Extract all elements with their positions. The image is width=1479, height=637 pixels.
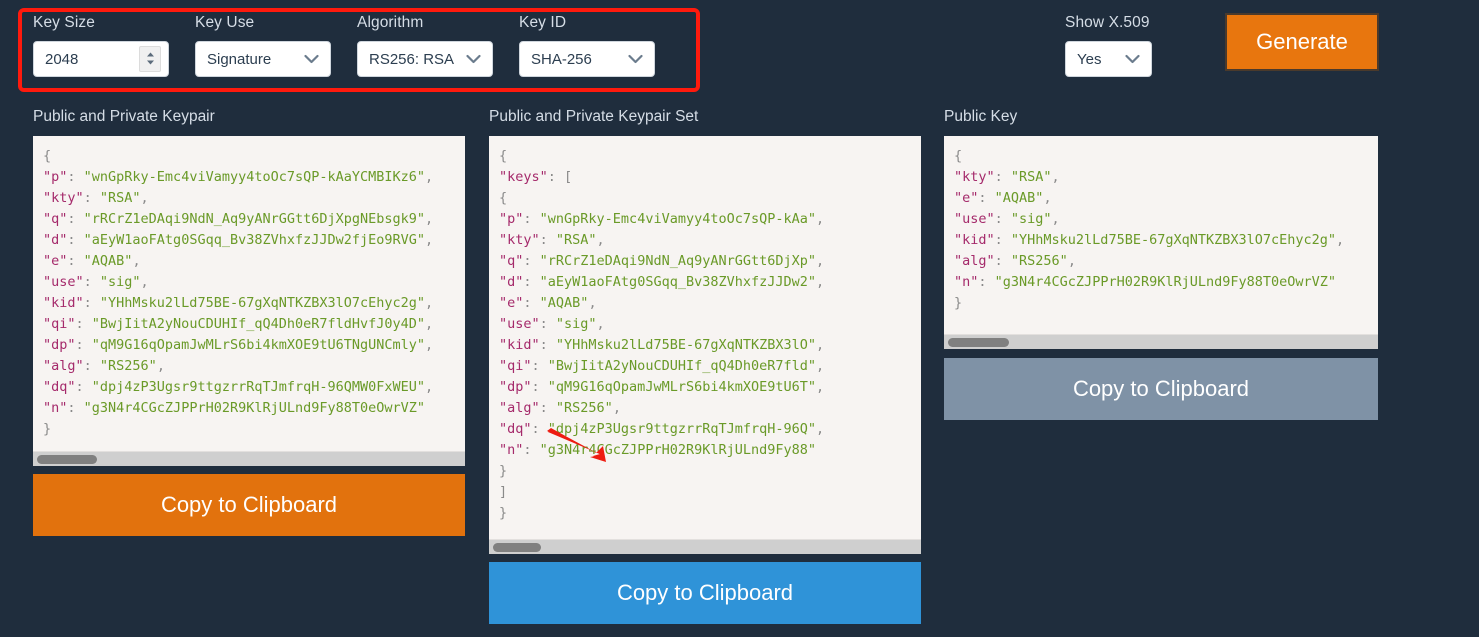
key-id-value: SHA-256 — [531, 50, 592, 68]
show-x509-select[interactable]: Yes — [1065, 41, 1152, 77]
horizontal-scrollbar[interactable] — [944, 334, 1378, 349]
scrollbar-thumb[interactable] — [37, 455, 98, 464]
keypair-code-content: {"p": "wnGpRky-Emc4viVamyy4toOc7sQP-kAaY… — [43, 148, 434, 437]
field-group-key-size: Key Size 2048 — [33, 14, 169, 77]
generate-button[interactable]: Generate — [1225, 13, 1379, 71]
algorithm-value: RS256: RSA — [369, 50, 455, 68]
horizontal-scrollbar[interactable] — [489, 539, 921, 554]
chevron-down-icon[interactable] — [1119, 54, 1145, 64]
key-size-label: Key Size — [33, 14, 95, 31]
controls-toolbar: Key Size 2048 Key Use Signature Algorith… — [0, 0, 1479, 100]
panel-public-private-keypair: Public and Private Keypair {"p": "wnGpRk… — [33, 108, 465, 536]
key-id-label: Key ID — [519, 14, 567, 31]
publickey-code-content: {"kty": "RSA", "e": "AQAB", "use": "sig", "… — [954, 148, 1345, 311]
panel-public-private-keypair-set: Public and Private Keypair Set {"keys": … — [489, 108, 921, 624]
copy-to-clipboard-button-keypairset[interactable]: Copy to Clipboard — [489, 562, 921, 624]
chevron-down-icon[interactable] — [622, 54, 648, 64]
show-x509-label: Show X.509 — [1065, 14, 1150, 31]
scrollbar-thumb[interactable] — [948, 338, 1009, 347]
field-group-key-id: Key ID SHA-256 — [519, 14, 655, 77]
field-group-key-use: Key Use Signature — [195, 14, 331, 77]
chevron-down-icon[interactable] — [460, 54, 486, 64]
key-id-select[interactable]: SHA-256 — [519, 41, 655, 77]
key-size-input[interactable]: 2048 — [33, 41, 169, 77]
key-size-value: 2048 — [45, 50, 79, 68]
keypairset-code-box[interactable]: {"keys": [{"p": "wnGpRky-Emc4viVamyy4toO… — [489, 136, 921, 554]
show-x509-value: Yes — [1077, 50, 1102, 68]
panel-public-key: Public Key {"kty": "RSA", "e": "AQAB", "us… — [944, 108, 1378, 420]
field-group-algorithm: Algorithm RS256: RSA — [357, 14, 493, 77]
key-use-value: Signature — [207, 50, 272, 68]
spinner-icon[interactable] — [139, 46, 161, 72]
copy-to-clipboard-button-keypair[interactable]: Copy to Clipboard — [33, 474, 465, 536]
keypairset-code-content: {"keys": [{"p": "wnGpRky-Emc4viVamyy4toO… — [499, 148, 825, 521]
panel-title: Public and Private Keypair — [33, 108, 215, 125]
panel-title: Public and Private Keypair Set — [489, 108, 699, 125]
algorithm-label: Algorithm — [357, 14, 424, 31]
keypair-code-box[interactable]: {"p": "wnGpRky-Emc4viVamyy4toOc7sQP-kAaY… — [33, 136, 465, 466]
key-use-select[interactable]: Signature — [195, 41, 331, 77]
chevron-down-icon[interactable] — [298, 54, 324, 64]
field-group-show-x509: Show X.509 Yes — [1065, 14, 1152, 77]
algorithm-select[interactable]: RS256: RSA — [357, 41, 493, 77]
panel-title: Public Key — [944, 108, 1018, 125]
key-use-label: Key Use — [195, 14, 255, 31]
horizontal-scrollbar[interactable] — [33, 451, 465, 466]
copy-to-clipboard-button-publickey[interactable]: Copy to Clipboard — [944, 358, 1378, 420]
scrollbar-thumb[interactable] — [493, 543, 541, 552]
publickey-code-box[interactable]: {"kty": "RSA", "e": "AQAB", "use": "sig", "… — [944, 136, 1378, 349]
